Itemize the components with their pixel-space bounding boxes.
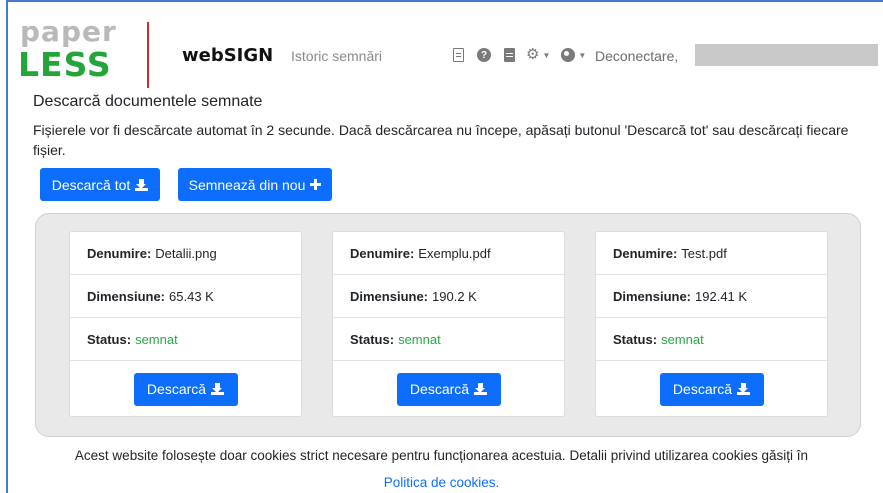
file-status-label: Status:: [350, 331, 395, 347]
brand-name[interactable]: webSIGN: [182, 45, 273, 66]
page-title: Descarcă documentele semnate: [33, 93, 263, 110]
header-icon-bar: ? ⚙ ▼ ▼: [447, 46, 586, 64]
download-icon: [737, 383, 751, 395]
file-status-label: Status:: [87, 331, 132, 347]
download-all-label: Descarcă tot: [51, 176, 131, 193]
sign-again-button[interactable]: Semnează din nou: [178, 168, 332, 201]
gear-icon: ⚙: [526, 46, 540, 63]
download-file-button[interactable]: Descarcă: [133, 372, 238, 406]
language-dropdown[interactable]: ▼: [561, 46, 586, 64]
logout-link[interactable]: Deconectare,: [595, 48, 678, 64]
cookie-policy-suffix: .: [495, 475, 500, 490]
user-name-redacted: [695, 44, 878, 66]
chevron-down-icon: ▼: [542, 50, 551, 60]
logo-text-less: LESS: [18, 45, 112, 84]
file-card-footer: Descarcă: [70, 361, 301, 417]
file-size-row: Dimensiune: 190.2 K: [333, 275, 564, 318]
help-icon[interactable]: ?: [474, 46, 494, 64]
file-size-label: Dimensiune:: [613, 288, 692, 304]
header-divider: [147, 22, 149, 88]
file-size-row: Dimensiune: 192.41 K: [596, 275, 827, 318]
download-file-button[interactable]: Descarcă: [659, 372, 764, 406]
nav-link-history[interactable]: Istoric semnări: [291, 48, 382, 64]
plus-icon: [310, 179, 322, 190]
file-status-row: Status: semnat: [70, 318, 301, 361]
download-file-label: Descarcă: [146, 381, 207, 397]
document-icon[interactable]: [447, 46, 469, 64]
file-size-label: Dimensiune:: [350, 288, 429, 304]
chevron-down-icon: ▼: [578, 50, 587, 60]
download-file-label: Descarcă: [672, 381, 733, 397]
globe-icon: [561, 48, 576, 62]
logo-text-paper: paper: [20, 15, 117, 48]
paperless-logo[interactable]: paper LESS: [18, 18, 136, 86]
settings-dropdown[interactable]: ⚙ ▼: [526, 46, 550, 64]
file-size-label: Dimensiune:: [87, 288, 166, 304]
window-frame-left: [6, 0, 8, 493]
download-file-label: Descarcă: [409, 381, 470, 397]
window-frame-top: [6, 0, 883, 2]
download-icon: [135, 178, 149, 191]
file-name: Detalii.png: [155, 245, 217, 261]
file-card-footer: Descarcă: [596, 361, 827, 417]
file-card: Denumire: Detalii.png Dimensiune: 65.43 …: [69, 231, 302, 417]
file-icon[interactable]: [499, 46, 519, 64]
file-name-label: Denumire:: [613, 245, 678, 261]
file-status: semnat: [661, 331, 704, 347]
file-name-label: Denumire:: [87, 245, 152, 261]
download-all-button[interactable]: Descarcă tot: [40, 168, 160, 201]
file-name: Exemplu.pdf: [418, 245, 491, 261]
file-status-row: Status: semnat: [333, 318, 564, 361]
file-name-label: Denumire:: [350, 245, 415, 261]
file-status-row: Status: semnat: [596, 318, 827, 361]
file-status-label: Status:: [613, 331, 658, 347]
file-size: 192.41 K: [695, 288, 748, 304]
file-card: Denumire: Exemplu.pdf Dimensiune: 190.2 …: [332, 231, 565, 417]
file-name-row: Denumire: Detalii.png: [70, 232, 301, 275]
file-size-row: Dimensiune: 65.43 K: [70, 275, 301, 318]
file-card-footer: Descarcă: [333, 361, 564, 417]
cookie-notice: Acest website folosește doar cookies str…: [74, 448, 809, 463]
file-name-row: Denumire: Exemplu.pdf: [333, 232, 564, 275]
download-icon: [211, 383, 225, 395]
download-icon: [474, 383, 488, 395]
file-name-row: Denumire: Test.pdf: [596, 232, 827, 275]
file-size: 65.43 K: [169, 288, 214, 304]
cookie-policy-line: Politica de cookies.: [0, 475, 883, 490]
file-size: 190.2 K: [432, 288, 477, 304]
file-status: semnat: [135, 331, 178, 347]
page-description: Fișierele vor fi descărcate automat în 2…: [33, 122, 849, 158]
file-name: Test.pdf: [681, 245, 727, 261]
sign-again-label: Semnează din nou: [188, 176, 306, 193]
download-file-button[interactable]: Descarcă: [396, 372, 501, 406]
file-status: semnat: [398, 331, 441, 347]
file-card: Denumire: Test.pdf Dimensiune: 192.41 K …: [595, 231, 828, 417]
cookie-policy-link[interactable]: Politica de cookies: [384, 475, 496, 490]
